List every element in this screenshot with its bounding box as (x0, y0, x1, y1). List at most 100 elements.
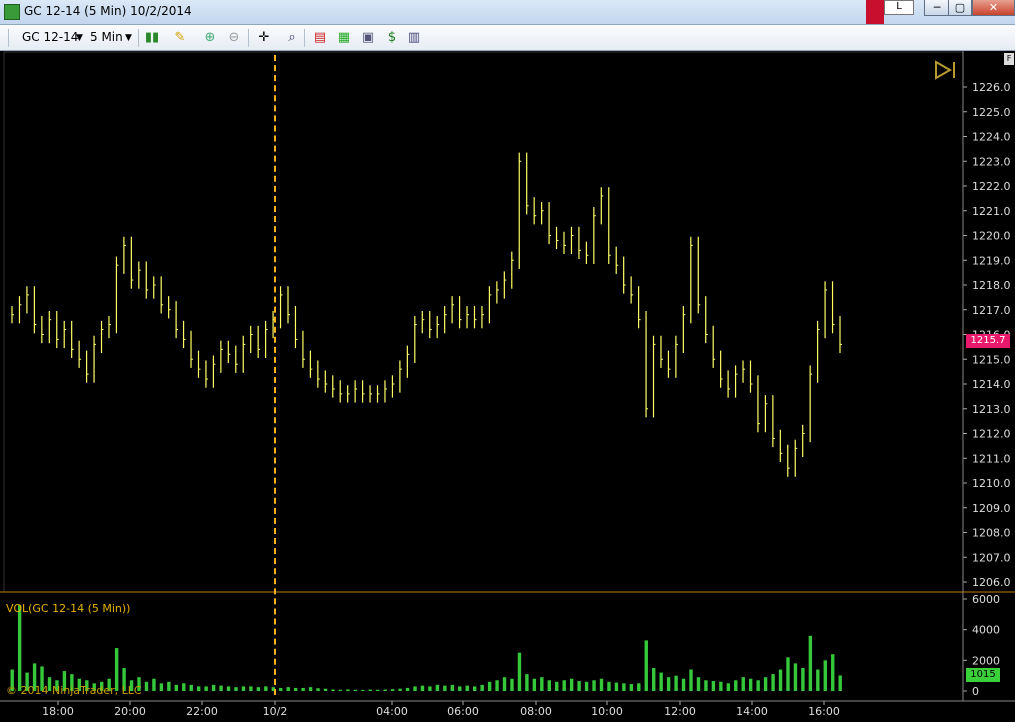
volume-bar (637, 683, 641, 691)
volume-bar (398, 688, 402, 691)
volume-bar (726, 683, 731, 691)
minimize-button[interactable]: ─ (924, 0, 950, 16)
last-price-marker: 1215.7 (966, 334, 1010, 348)
close-button[interactable]: ✕ (972, 0, 1015, 16)
indicators-icon[interactable]: ▤ (312, 30, 328, 46)
price-tick-label: 1209.0 (972, 502, 1011, 515)
maximize-button[interactable]: ▢ (948, 0, 972, 16)
price-tick-label: 1212.0 (972, 428, 1011, 441)
volume-bar (390, 689, 395, 691)
volume-bar (763, 677, 768, 691)
volume-bar (495, 680, 499, 691)
volume-bar (644, 640, 648, 691)
price-tick-label: 1225.0 (972, 106, 1011, 119)
volume-bar (435, 684, 440, 691)
price-tick-label: 1221.0 (972, 205, 1011, 218)
chevron-down-icon[interactable]: ▼ (125, 33, 132, 43)
drawing-pencil-icon[interactable]: ✎ (172, 30, 188, 46)
volume-bar (219, 685, 223, 691)
chart-style-icon[interactable]: ▮▮ (144, 30, 160, 46)
data-box-icon[interactable]: ▥ (406, 30, 422, 46)
zoom-out-icon[interactable]: ⊖ (226, 30, 242, 46)
price-tick-label: 1210.0 (972, 477, 1011, 490)
time-tick-label: 16:00 (808, 705, 840, 718)
time-tick-label: 08:00 (520, 705, 552, 718)
time-tick-label: 06:00 (447, 705, 479, 718)
volume-bar (510, 678, 514, 691)
price-tick-label: 1217.0 (972, 304, 1011, 317)
volume-bar (256, 687, 261, 691)
volume-bar (174, 684, 179, 691)
volume-bar (211, 684, 216, 691)
volume-bar (472, 686, 477, 691)
axis-menu-button[interactable]: F (1004, 53, 1014, 65)
time-tick-label: 20:00 (114, 705, 146, 718)
volume-bar (540, 677, 544, 691)
copyright-text: © 2014 NinjaTrader, LLC (6, 684, 142, 697)
volume-bar (771, 674, 775, 691)
time-tick-label: 14:00 (736, 705, 768, 718)
link-button[interactable]: L (884, 0, 914, 15)
volume-bar (361, 689, 365, 691)
price-tick-label: 1208.0 (972, 527, 1011, 540)
volume-bar (622, 683, 626, 691)
volume-tick-label: 6000 (972, 593, 1000, 606)
volume-bar (167, 681, 171, 691)
interval-selector[interactable]: 5 Min (90, 30, 123, 44)
volume-bar (458, 686, 462, 691)
strategies-icon[interactable]: ▦ (336, 30, 352, 46)
volume-bar (293, 687, 298, 691)
volume-bar (405, 687, 410, 691)
volume-bar (547, 680, 551, 691)
volume-bar (376, 689, 380, 691)
volume-bar (831, 654, 835, 691)
volume-bar (450, 684, 455, 691)
volume-bar (502, 677, 507, 691)
volume-bar (652, 668, 656, 691)
volume-bar (838, 675, 842, 691)
instrument-selector[interactable]: GC 12-14 (22, 30, 78, 44)
search-icon[interactable]: ⌕ (284, 30, 300, 46)
price-tick-label: 1218.0 (972, 279, 1011, 292)
time-tick-label: 12:00 (664, 705, 696, 718)
volume-indicator-label: VOL(GC 12-14 (5 Min)) (6, 602, 131, 615)
toolbar-separator (138, 29, 139, 47)
volume-bar (279, 687, 283, 691)
price-tick-label: 1215.0 (972, 353, 1011, 366)
volume-bar (383, 689, 387, 691)
volume-bar (234, 687, 238, 691)
volume-bar (748, 678, 753, 691)
chevron-down-icon[interactable]: ▼ (76, 33, 83, 43)
volume-bar (801, 668, 805, 691)
volume-bar (308, 687, 313, 691)
volume-bar (614, 682, 619, 691)
volume-bar (338, 689, 343, 691)
scroll-to-end-icon[interactable] (934, 60, 958, 80)
volume-bar (659, 672, 663, 691)
volume-bar (778, 669, 783, 691)
last-volume-marker: 1015 (966, 668, 1000, 682)
volume-bar (443, 685, 447, 691)
volume-bar (816, 669, 820, 691)
price-tick-label: 1226.0 (972, 81, 1011, 94)
properties-icon[interactable]: ▣ (360, 30, 376, 46)
chart-canvas[interactable]: 1226.0 1225.0 1224.0 1223.0 1222.0 1221.0 1220… (0, 51, 1015, 722)
volume-axis: 6000 4000 2000 0 (963, 593, 1000, 698)
volume-bar (420, 685, 425, 691)
volume-bar (189, 684, 193, 691)
price-bars (11, 152, 842, 477)
zoom-in-icon[interactable]: ⊕ (202, 30, 218, 46)
brand-badge (866, 0, 884, 24)
volume-bar (704, 680, 708, 691)
crosshair-icon[interactable]: ✛ (256, 30, 272, 46)
window-title: GC 12-14 (5 Min) 10/2/2014 (24, 4, 192, 18)
money-icon[interactable]: $ (384, 30, 400, 46)
price-tick-label: 1220.0 (972, 230, 1011, 243)
volume-bar (532, 678, 537, 691)
volume-bar (562, 680, 566, 691)
time-tick-label: 18:00 (42, 705, 74, 718)
volume-bar (368, 689, 372, 691)
price-tick-label: 1219.0 (972, 254, 1011, 267)
price-tick-label: 1222.0 (972, 180, 1011, 193)
volume-bar (144, 681, 149, 691)
